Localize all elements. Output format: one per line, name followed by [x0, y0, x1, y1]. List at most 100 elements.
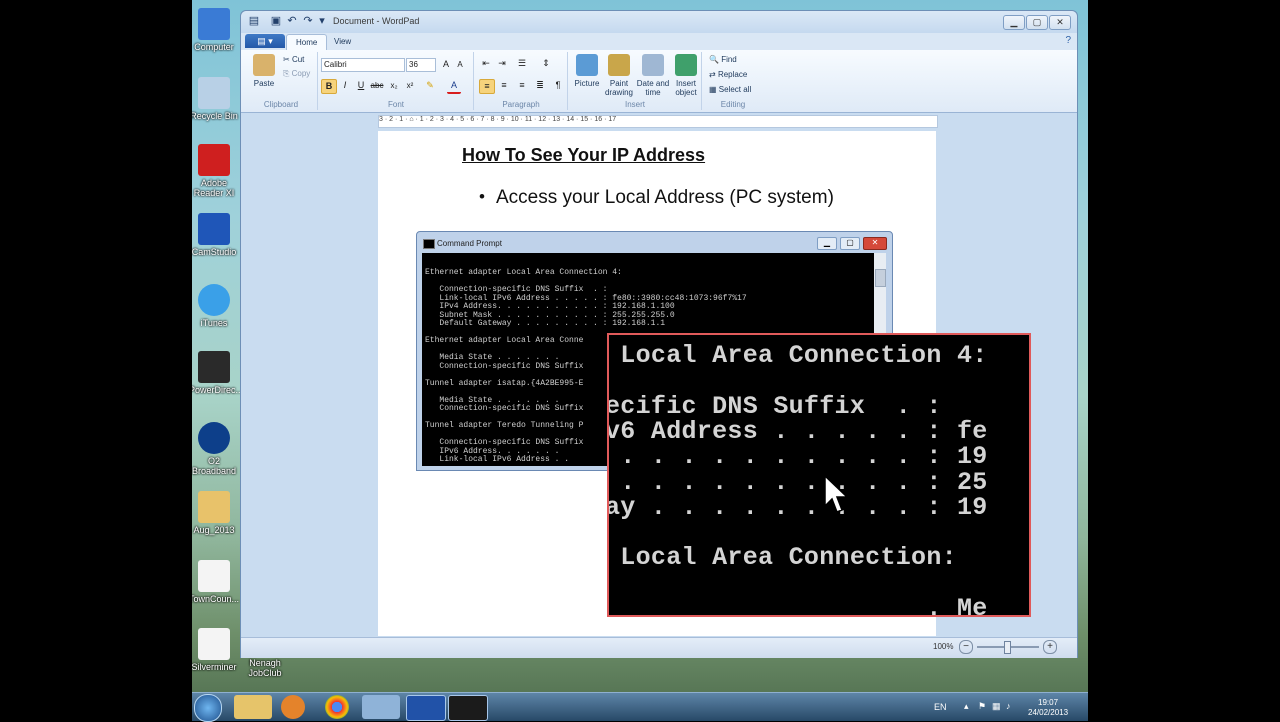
explorer-taskbar-button[interactable]	[234, 695, 272, 719]
flag-icon[interactable]: ⚑	[978, 701, 986, 712]
document-desktop-icon[interactable]: Silverminer	[192, 628, 239, 672]
find-label: Find	[721, 55, 737, 64]
font-size-select[interactable]: 36	[406, 58, 436, 72]
decrease-indent-icon[interactable]: ⇤	[479, 57, 493, 70]
picture-icon[interactable]	[576, 54, 598, 76]
copy-button[interactable]: ⎘ Copy	[283, 69, 310, 79]
zoom-level: 100%	[933, 642, 954, 651]
customize-dropdown-icon[interactable]: ▾	[315, 15, 329, 28]
strikethrough-button[interactable]: abc	[370, 79, 384, 92]
increase-indent-icon[interactable]: ⇥	[495, 57, 509, 70]
select-all-button[interactable]: ▦ Select all	[709, 85, 751, 94]
magnifier-line: Local Area Connection:	[607, 543, 957, 573]
paint-drawing-icon[interactable]	[608, 54, 630, 76]
date-time-icon[interactable]	[642, 54, 664, 76]
font-family-select[interactable]: Calibri	[321, 58, 405, 72]
wordpad-titlebar[interactable]: ▤ ▣ ↶ ↷ ▾ Document - WordPad ▁ ▢ ✕	[241, 11, 1077, 33]
computer-icon	[198, 8, 230, 40]
font-color-icon[interactable]: A	[447, 79, 461, 94]
media-player-taskbar-button[interactable]	[281, 695, 305, 719]
volume-icon[interactable]: ♪	[1006, 701, 1011, 711]
paste-button[interactable]: Paste	[249, 79, 279, 88]
show-hidden-icons-icon[interactable]: ▴	[964, 701, 969, 712]
font-group-label: Font	[387, 100, 404, 109]
magnifier-overlay: Local Area Connection 4: ecific DNS Suffi…	[607, 333, 1031, 617]
shrink-font-icon[interactable]: A	[453, 58, 467, 71]
language-indicator[interactable]: EN	[934, 702, 947, 712]
undo-icon[interactable]: ↶	[285, 15, 299, 28]
close-button[interactable]: ✕	[1049, 15, 1071, 30]
minimize-button[interactable]: ▁	[1003, 15, 1025, 30]
paragraph-dialog-icon[interactable]: ¶	[551, 79, 565, 92]
camstudio-desktop-icon[interactable]: CamStudio	[192, 213, 239, 257]
bullet-list-icon[interactable]: ☰	[515, 57, 529, 70]
chrome-taskbar-button[interactable]	[325, 695, 349, 719]
tab-home[interactable]: Home	[286, 34, 328, 50]
network-icon[interactable]: ▦	[992, 701, 1001, 712]
find-button[interactable]: 🔍 Find	[709, 55, 737, 64]
replace-label: Replace	[717, 70, 748, 79]
cmd-taskbar-button[interactable]	[448, 695, 488, 721]
document-heading: How To See Your IP Address	[462, 145, 706, 165]
insert-object-button[interactable]: Insert object	[669, 79, 703, 97]
status-bar: 100% − +	[241, 637, 1077, 658]
recycle-bin-desktop-icon[interactable]: Recycle Bin	[192, 77, 239, 121]
superscript-button[interactable]: x²	[403, 79, 417, 92]
editing-group-label: Editing	[720, 100, 746, 109]
document-desktop-icon[interactable]: Nenagh JobClub	[240, 656, 290, 678]
grow-font-icon[interactable]: A	[439, 58, 453, 71]
computer-desktop-icon[interactable]: Computer	[192, 8, 239, 52]
adobe-reader-icon	[198, 144, 230, 176]
copy-label: Copy	[291, 69, 311, 78]
powerdirector-desktop-icon[interactable]: PowerDirec...	[192, 351, 243, 395]
line-spacing-icon[interactable]: ⇕	[539, 57, 553, 70]
picture-button[interactable]: Picture	[569, 79, 605, 88]
align-right-icon[interactable]: ≡	[515, 79, 529, 92]
redo-icon[interactable]: ↷	[301, 15, 315, 28]
tab-view[interactable]: View	[325, 34, 360, 49]
zoom-slider-thumb[interactable]	[1004, 641, 1011, 654]
insert-group-label: Insert	[624, 100, 645, 109]
insert-object-icon[interactable]	[675, 54, 697, 76]
zoom-in-button[interactable]: +	[1043, 640, 1057, 654]
paste-icon[interactable]	[253, 54, 275, 76]
italic-button[interactable]: I	[338, 79, 352, 92]
replace-button[interactable]: ⇄ Replace	[709, 70, 747, 79]
highlight-icon[interactable]: ✎	[423, 79, 437, 92]
clock-date: 24/02/2013	[1028, 708, 1069, 717]
adobe-reader-desktop-icon[interactable]: Adobe Reader XI	[192, 144, 239, 198]
folder-desktop-icon[interactable]: Aug_2013	[192, 491, 239, 535]
maximize-button[interactable]: ▢	[1026, 15, 1048, 30]
clipboard-group: Paste ✂ Cut ⎘ Copy Clipboard	[245, 52, 318, 110]
document-icon	[198, 628, 230, 660]
cut-label: Cut	[291, 55, 305, 64]
itunes-desktop-icon[interactable]: iTunes	[192, 284, 239, 328]
help-icon[interactable]: ?	[1065, 35, 1071, 46]
cmd-titlebar: Command Prompt ▁ ▢ ✕	[417, 232, 892, 252]
wordpad-taskbar-button[interactable]	[362, 695, 400, 719]
cut-button[interactable]: ✂ Cut	[283, 55, 304, 64]
subscript-button[interactable]: x₂	[387, 79, 401, 92]
paint-drawing-button[interactable]: Paint drawing	[603, 79, 635, 97]
ruler[interactable]: 3 · 2 · 1 · ⌂ · 1 · 2 · 3 · 4 · 5 · 6 · …	[378, 115, 938, 128]
zoom-out-button[interactable]: −	[959, 640, 973, 654]
date-time-button[interactable]: Date and time	[635, 79, 671, 97]
start-button[interactable]	[194, 694, 222, 722]
document-bullet-text: Access your Local Address (PC system)	[496, 187, 834, 208]
select-all-label: Select all	[718, 85, 752, 94]
document-desktop-icon[interactable]: TownCoun...	[192, 560, 239, 604]
cmd-line: Ethernet adapter Local Area Connection 4…	[425, 268, 622, 277]
save-icon[interactable]: ▣	[269, 15, 283, 28]
application-menu-button[interactable]: ▤ ▾	[245, 34, 285, 48]
underline-button[interactable]: U	[354, 79, 368, 92]
camstudio-taskbar-button[interactable]	[406, 695, 446, 721]
ribbon: Paste ✂ Cut ⎘ Copy Clipboard Calibri 36 …	[241, 50, 1077, 113]
clock[interactable]: 19:07 24/02/2013	[1028, 698, 1068, 718]
clock-time: 19:07	[1038, 698, 1059, 707]
bold-button[interactable]: B	[321, 79, 337, 94]
align-center-icon[interactable]: ≡	[497, 79, 511, 92]
taskbar: EN ▴ ⚑ ▦ ♪ 19:07 24/02/2013	[192, 692, 1088, 722]
align-left-icon[interactable]: ≡	[479, 79, 495, 94]
justify-icon[interactable]: ≣	[533, 79, 547, 92]
o2-desktop-icon[interactable]: O2 Broadband	[192, 422, 239, 476]
